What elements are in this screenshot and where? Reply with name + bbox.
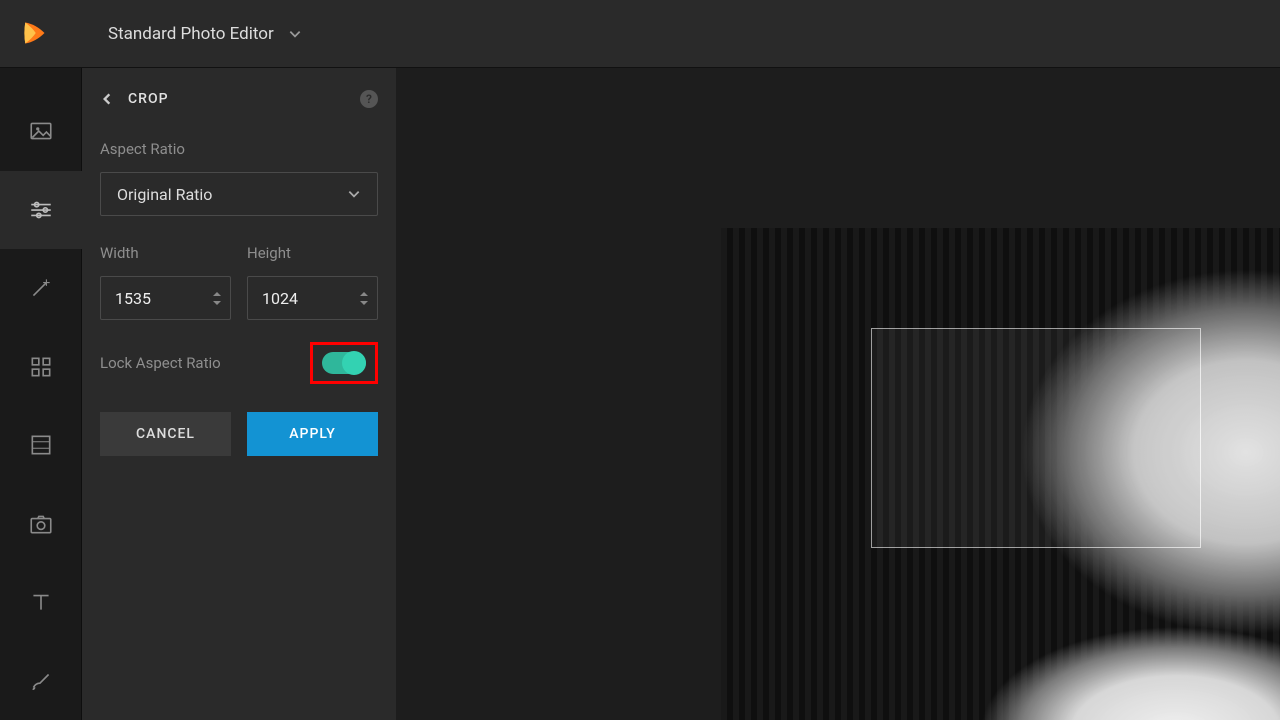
aspect-ratio-select[interactable]: Original Ratio [100, 172, 378, 216]
toggle-knob [342, 351, 366, 375]
apply-button[interactable]: APPLY [247, 412, 378, 456]
tool-rail [0, 68, 82, 720]
chevron-left-icon [100, 92, 114, 106]
rail-elements[interactable] [0, 328, 82, 407]
stepper-up-icon[interactable] [359, 290, 369, 298]
height-input[interactable]: 1024 [247, 276, 378, 320]
width-input[interactable]: 1535 [100, 276, 231, 320]
lock-aspect-label: Lock Aspect Ratio [100, 354, 221, 372]
panel-title: CROP [128, 91, 169, 107]
frame-icon [28, 432, 54, 458]
height-value: 1024 [262, 289, 298, 308]
app-title-dropdown[interactable]: Standard Photo Editor [108, 24, 302, 44]
panel-back[interactable]: CROP [100, 91, 169, 107]
aspect-ratio-value: Original Ratio [117, 185, 212, 204]
app-header: Standard Photo Editor [0, 0, 1280, 68]
camera-icon [28, 511, 54, 537]
crop-panel: CROP ? Aspect Ratio Original Ratio Width… [82, 68, 396, 720]
width-label: Width [100, 244, 231, 262]
app-title-label: Standard Photo Editor [108, 24, 274, 44]
stepper-up-icon[interactable] [212, 290, 222, 298]
rail-camera[interactable] [0, 485, 82, 564]
rail-adjust[interactable] [0, 171, 82, 250]
rail-effects[interactable] [0, 249, 82, 328]
grid-icon [28, 354, 54, 380]
crop-overlay[interactable] [871, 328, 1201, 548]
help-button[interactable]: ? [360, 90, 378, 108]
chevron-down-icon [288, 27, 302, 41]
rail-text[interactable] [0, 563, 82, 642]
stepper-down-icon[interactable] [212, 299, 222, 307]
cancel-button[interactable]: CANCEL [100, 412, 231, 456]
stepper-down-icon[interactable] [359, 299, 369, 307]
editor-canvas[interactable] [396, 68, 1280, 720]
width-value: 1535 [115, 289, 151, 308]
sliders-icon [28, 197, 54, 223]
chevron-down-icon [347, 187, 361, 201]
brush-icon [28, 668, 54, 694]
rail-crop[interactable] [0, 406, 82, 485]
rail-brush[interactable] [0, 642, 82, 720]
rail-image[interactable] [0, 92, 82, 171]
aspect-ratio-label: Aspect Ratio [100, 140, 378, 158]
lock-aspect-toggle[interactable] [322, 352, 366, 374]
image-icon [28, 118, 54, 144]
wand-icon [28, 275, 54, 301]
photo-preview [721, 228, 1280, 720]
app-logo [20, 19, 48, 47]
text-icon [28, 589, 54, 615]
height-label: Height [247, 244, 378, 262]
